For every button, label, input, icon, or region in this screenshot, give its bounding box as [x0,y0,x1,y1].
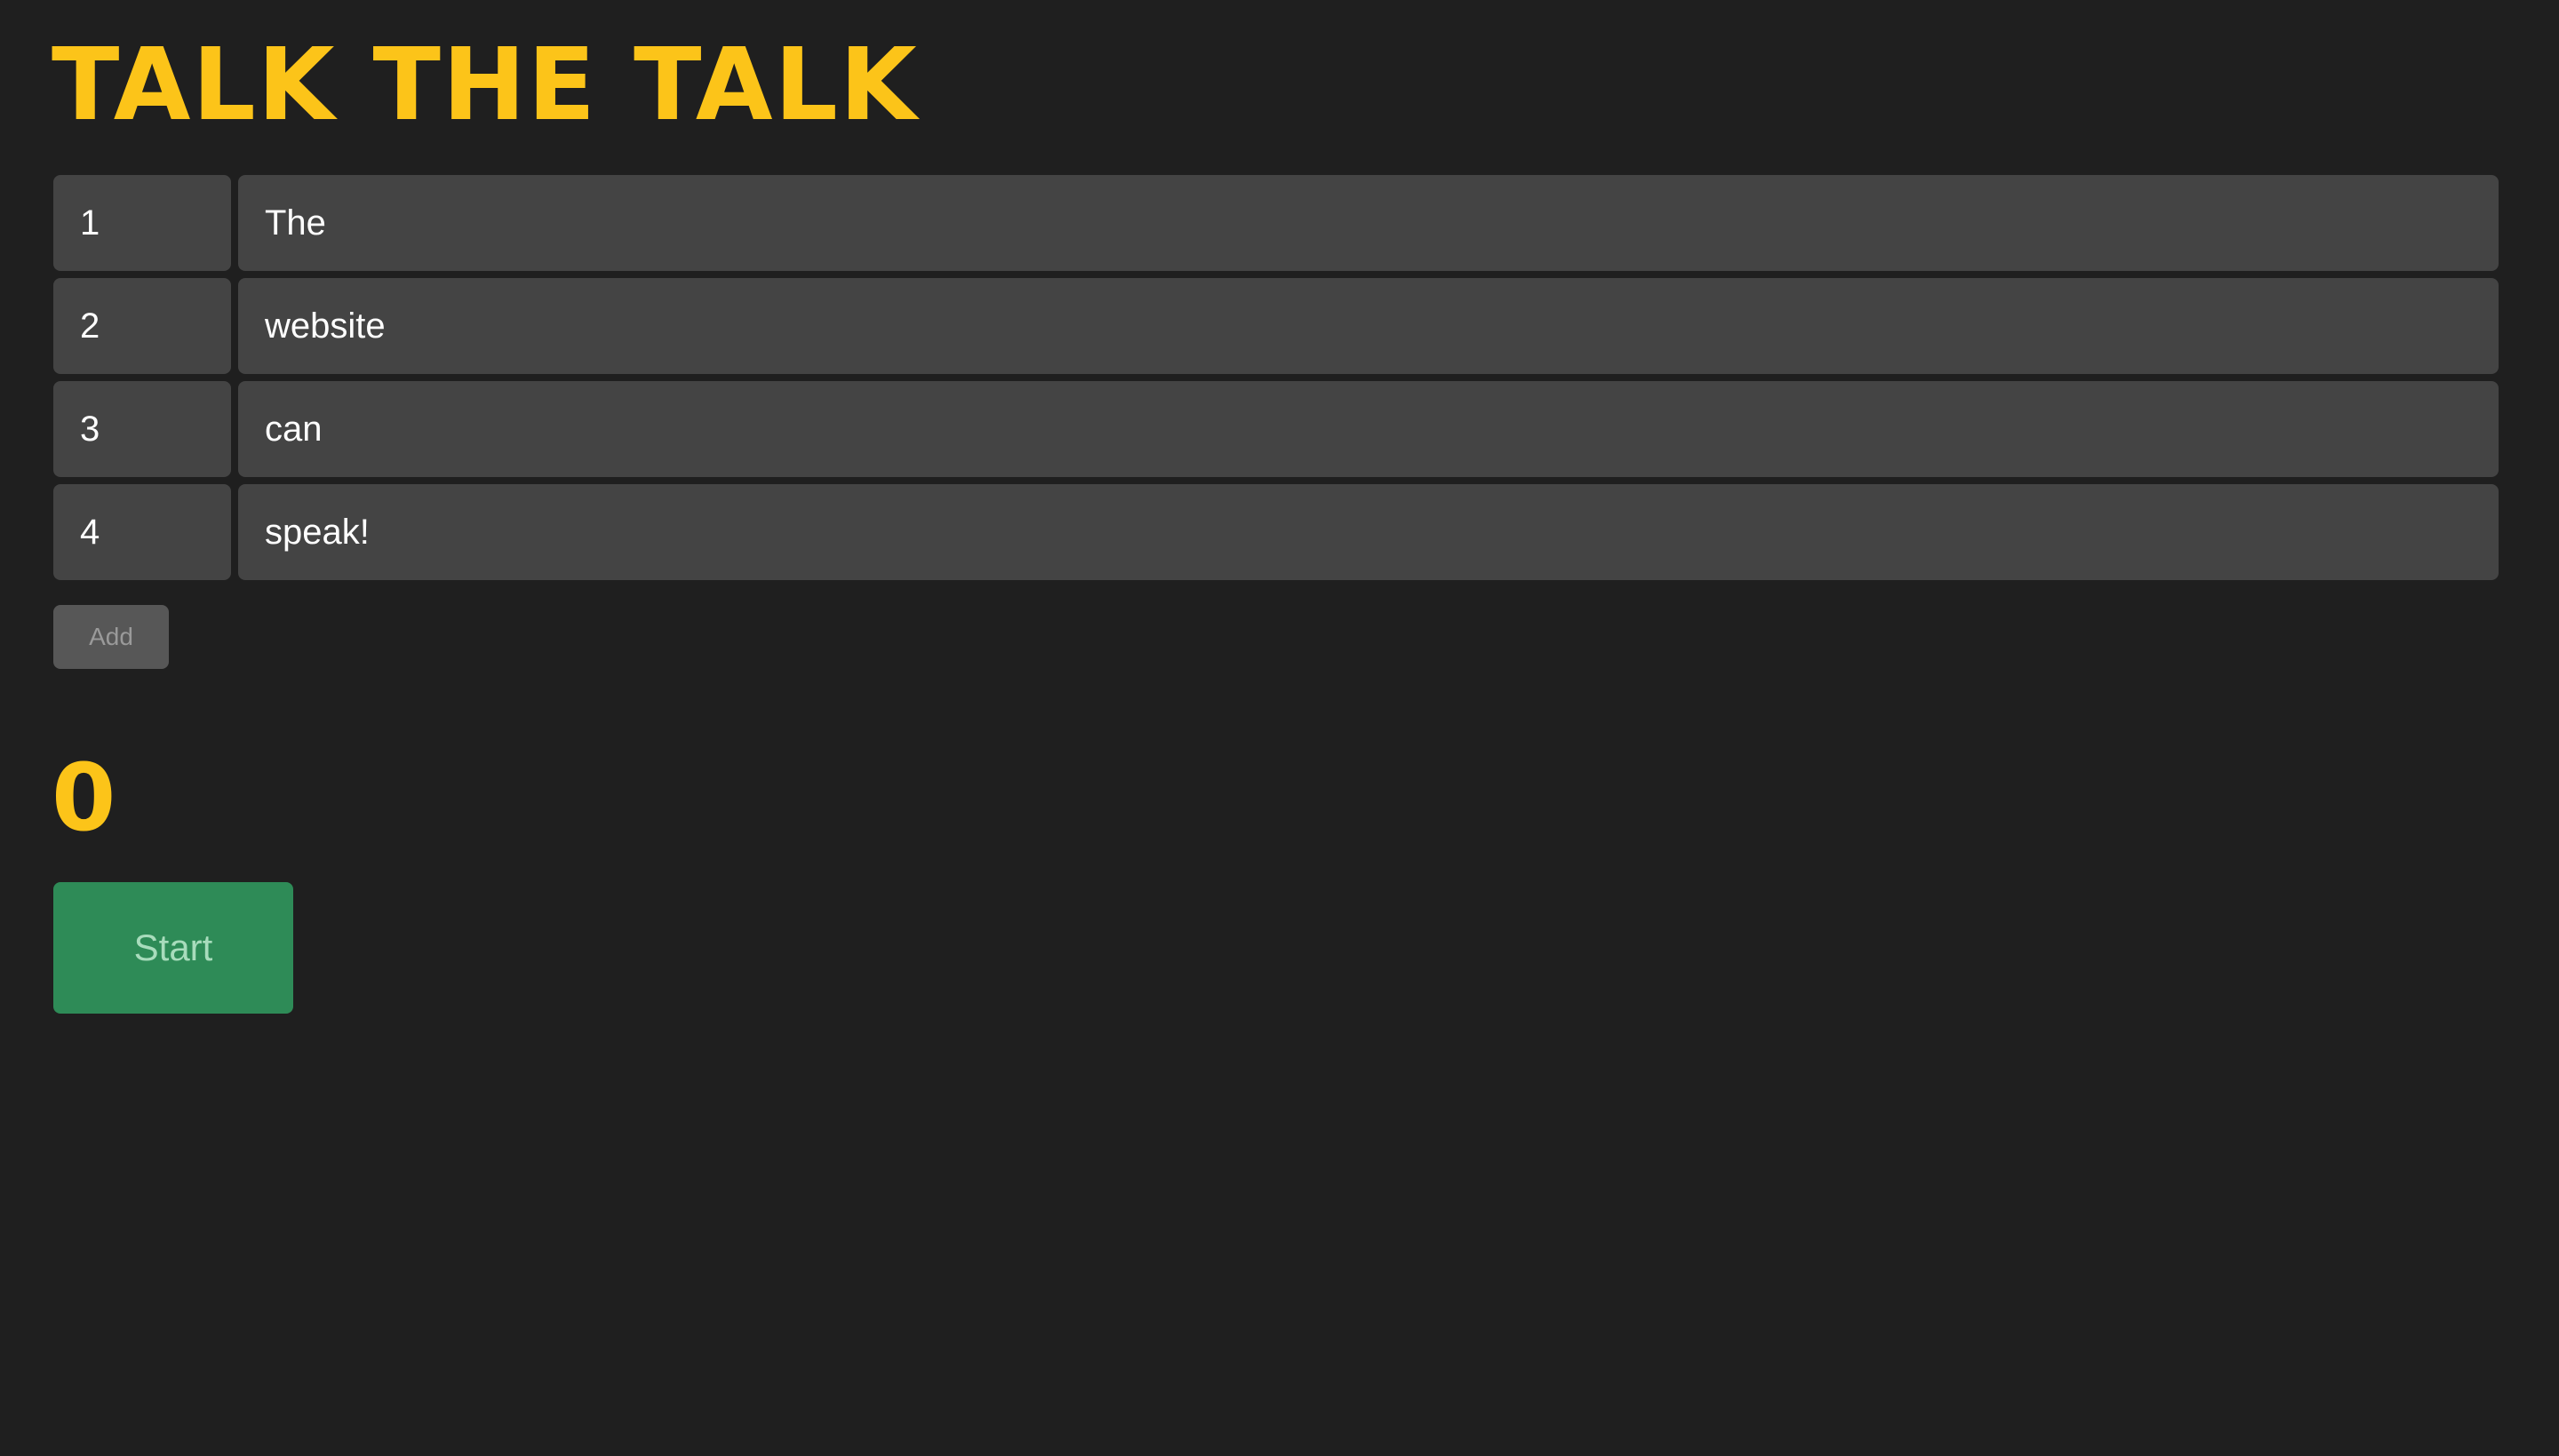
page: Talk the Talk 1 The 2 website 3 can 4 sp… [0,0,2559,1456]
word-input[interactable]: website [238,278,2499,374]
start-button[interactable]: Start [53,882,293,1014]
word-input[interactable]: The [238,175,2499,271]
word-index-field[interactable]: 1 [53,175,231,271]
word-input[interactable]: can [238,381,2499,477]
word-row: 2 website [53,278,2499,374]
word-row: 4 speak! [53,484,2499,580]
word-input[interactable]: speak! [238,484,2499,580]
page-title: Talk the Talk [52,28,919,143]
word-row: 1 The [53,175,2499,271]
word-index-field[interactable]: 4 [53,484,231,580]
word-list: 1 The 2 website 3 can 4 speak! [53,175,2499,587]
word-row: 3 can [53,381,2499,477]
add-button[interactable]: Add [53,605,169,669]
word-index-field[interactable]: 2 [53,278,231,374]
word-index-field[interactable]: 3 [53,381,231,477]
counter-display: 0 [52,744,116,852]
